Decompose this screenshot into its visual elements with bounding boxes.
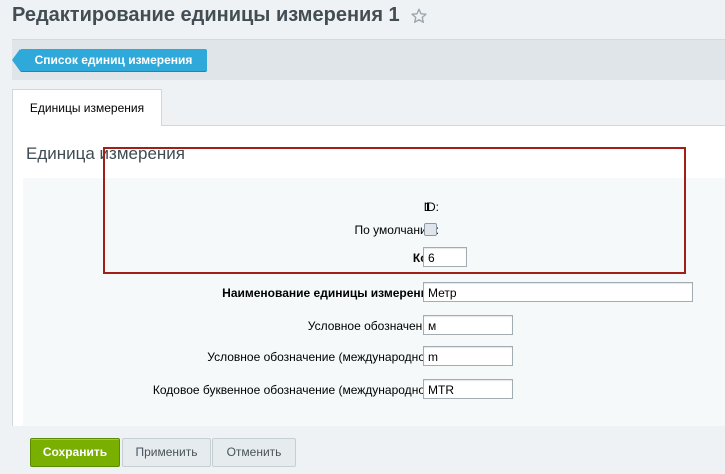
name-field[interactable]: Метр — [423, 282, 693, 302]
cancel-button[interactable]: Отменить — [212, 438, 296, 467]
star-icon[interactable] — [410, 7, 428, 25]
toolbar: Список единиц измерения — [12, 39, 725, 80]
symbol-label: Условное обозначение: — [307, 319, 439, 333]
letter-code-intl-label: Кодовое буквенное обозначение (междунаро… — [152, 383, 439, 397]
back-to-list-button[interactable]: Список единиц измерения — [12, 49, 207, 71]
save-button[interactable]: Сохранить — [30, 438, 120, 467]
tab-units[interactable]: Единицы измерения — [12, 89, 162, 126]
name-label: Наименование единицы измерения: — [222, 286, 439, 300]
symbol-intl-field[interactable]: m — [423, 346, 513, 366]
symbol-field[interactable]: м — [423, 315, 513, 335]
tabs-bar: Единицы измерения — [12, 89, 725, 126]
letter-code-intl-field[interactable]: MTR — [423, 379, 513, 399]
symbol-intl-label: Условное обозначение (международное): — [207, 350, 439, 364]
page-title: Редактирование единицы измерения 1 — [12, 4, 400, 26]
highlight-frame — [103, 147, 686, 274]
apply-button[interactable]: Применить — [122, 438, 211, 467]
